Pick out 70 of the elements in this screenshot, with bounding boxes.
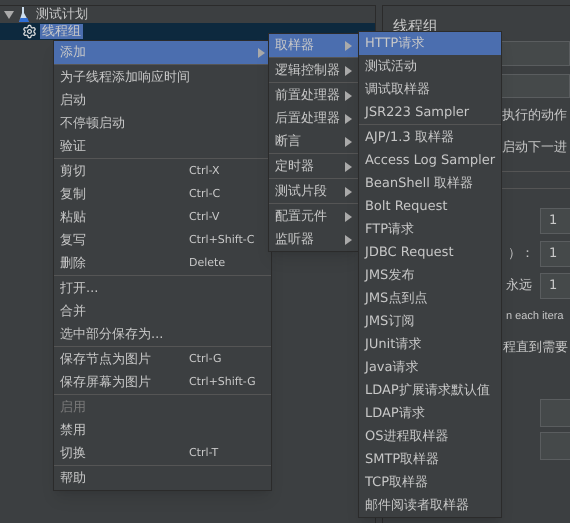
gear-icon [22,24,37,39]
menu-item[interactable]: 保存屏幕为图片 Ctrl+Shift-G [54,371,271,394]
menu-item[interactable]: Bolt Request [359,195,501,218]
menu-item[interactable]: 选中部分保存为... [54,323,271,346]
menu-item[interactable]: 前置处理器 [269,84,358,107]
submenu-arrow-icon [345,234,352,244]
menu-item[interactable]: 邮件阅读者取样器 [359,494,501,517]
menu-item[interactable]: 保存节点为图片 Ctrl-G [54,348,271,371]
input-field[interactable]: 1 [540,273,570,299]
menu-item[interactable]: 剪切 Ctrl-X [54,160,271,183]
checkbox-label: 程直到需要 [503,339,568,358]
menu-item[interactable]: JMS发布 [359,264,501,287]
menu-item[interactable]: 帮助 [54,467,271,490]
submenu-arrow-icon [258,48,265,58]
menu-item[interactable]: JMS订阅 [359,310,501,333]
flask-icon [18,7,30,23]
submenu-arrow-icon [345,212,352,222]
menu-item[interactable]: 调试取样器 [359,78,501,101]
radio-label: 启动下一进 [502,139,567,158]
menu-item[interactable]: 删除 Delete [54,252,271,275]
menu-item[interactable]: 监听器 [269,228,358,251]
menu-item[interactable]: FTP请求 [359,218,501,241]
menu-item[interactable]: 不停顿启动 [54,112,271,135]
menu-item[interactable]: 测试片段 [269,180,358,203]
checkbox-label: n each itera [506,308,564,324]
input-field[interactable] [540,432,570,460]
menu-item[interactable]: 启动 [54,89,271,112]
input-field[interactable]: 1 [540,241,570,267]
menu-item[interactable]: 验证 [54,135,271,158]
menu-item[interactable]: 配置元件 [269,205,358,228]
menu-item[interactable]: JDBC Request [359,241,501,264]
menu-item[interactable]: 复制 Ctrl-C [54,183,271,206]
menu-item[interactable]: TCP取样器 [359,471,501,494]
menu-item[interactable]: JMS点到点 [359,287,501,310]
menu-item[interactable]: 复写 Ctrl+Shift-C [54,229,271,252]
menu-item[interactable]: 后置处理器 [269,107,358,130]
menu-item[interactable]: LDAP请求 [359,402,501,425]
menu-item[interactable]: BeanShell 取样器 [359,172,501,195]
submenu-arrow-icon [345,136,352,146]
menu-item[interactable]: 逻辑控制器 [269,59,358,82]
menu-item[interactable]: 粘贴 Ctrl-V [54,206,271,229]
checkbox-label: 永远 [506,277,532,296]
submenu-arrow-icon [345,162,352,172]
menu-item[interactable]: 定时器 [269,155,358,178]
field-label: 执行的动作 [502,107,567,126]
menu-item[interactable]: 打开... [54,277,271,300]
submenu-arrow-icon [345,186,352,196]
menu-item[interactable]: OS进程取样器 [359,425,501,448]
menu-item[interactable]: 切换 Ctrl-T [54,442,271,465]
menu-item[interactable]: LDAP扩展请求默认值 [359,379,501,402]
menu-item[interactable]: JUnit请求 [359,333,501,356]
menu-item[interactable]: JSR223 Sampler [359,101,501,124]
menu-item[interactable]: SMTP取样器 [359,448,501,471]
collapse-icon[interactable] [4,11,14,19]
menu-item[interactable]: Java请求 [359,356,501,379]
input-field[interactable] [540,399,570,427]
submenu-arrow-icon [345,40,352,50]
submenu-arrow-icon [345,90,352,100]
menu-item[interactable]: 断言 [269,130,358,153]
submenu-arrow-icon [345,66,352,76]
menu-item[interactable]: 合并 [54,300,271,323]
menu-item[interactable]: 测试活动 [359,55,501,78]
input-field[interactable]: 1 [540,208,570,234]
menu-item[interactable]: 禁用 [54,419,271,442]
tree-item[interactable]: 测试计划 [34,5,90,25]
submenu-arrow-icon [345,114,352,124]
field-label: ）： [508,245,534,264]
menu-item[interactable]: AJP/1.3 取样器 [359,126,501,149]
menu-item[interactable]: Access Log Sampler [359,149,501,172]
menu-item[interactable]: 为子线程添加响应时间 [54,66,271,89]
